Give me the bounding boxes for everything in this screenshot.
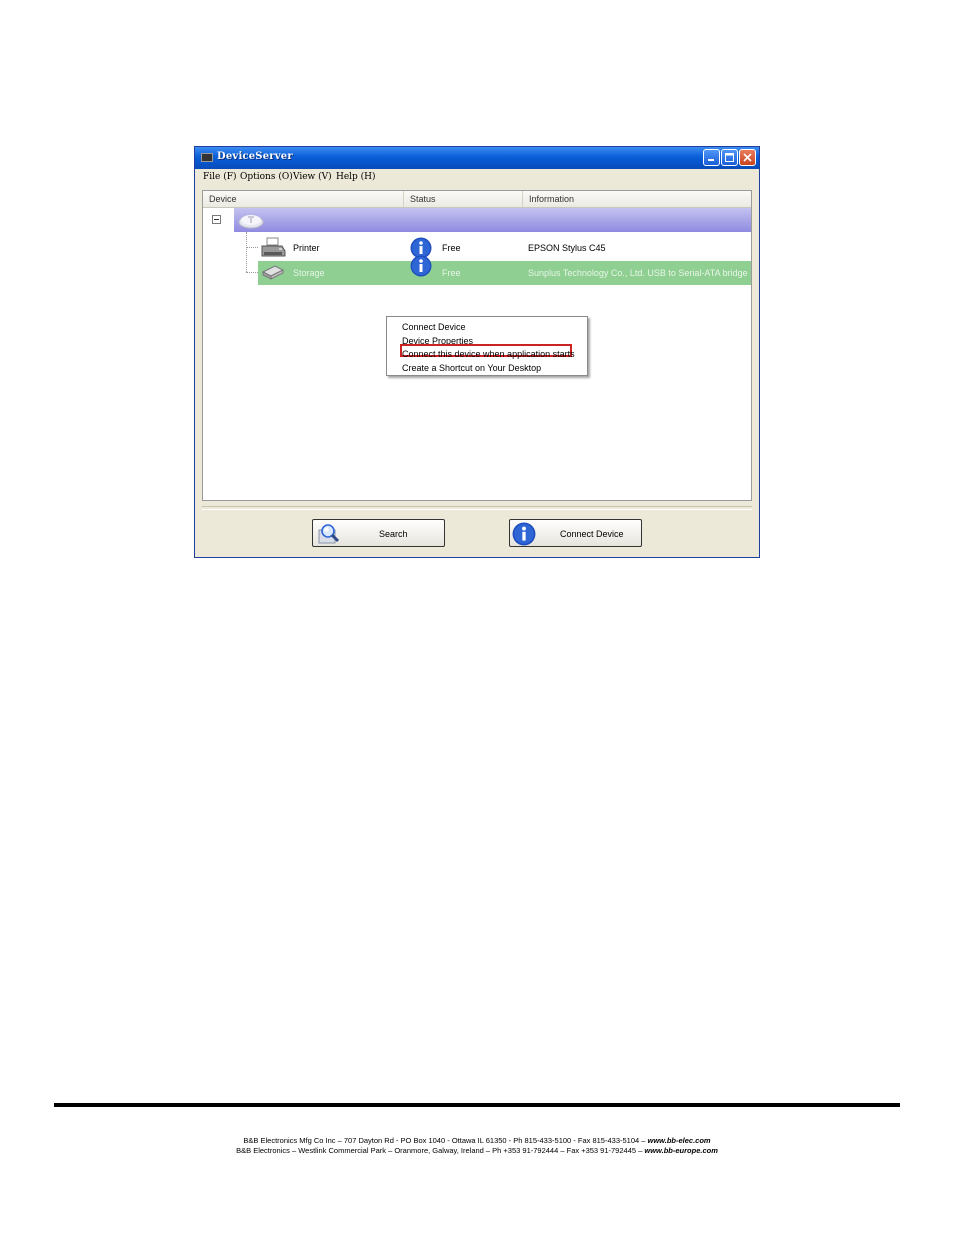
menu-view[interactable]: View (V) <box>293 172 332 182</box>
search-button[interactable]: Search <box>312 519 445 547</box>
window-title: DeviceServer <box>217 151 293 162</box>
divider <box>202 506 752 510</box>
device-list[interactable]: Device Status Information Printer Free E… <box>202 190 752 501</box>
context-item-auto-connect[interactable]: Connect this device when application sta… <box>402 349 575 359</box>
info-icon <box>512 522 536 546</box>
device-name: Storage <box>293 268 325 278</box>
tree-line <box>246 247 258 248</box>
footer-link-eu[interactable]: www.bb-europe.com <box>644 1146 717 1155</box>
collapse-toggle[interactable] <box>212 215 221 224</box>
context-item-connect-device[interactable]: Connect Device <box>402 322 466 332</box>
device-server-window: DeviceServer File (F) Options (O) View (… <box>194 146 760 558</box>
device-status: Free <box>442 268 461 278</box>
connect-device-button-label: Connect Device <box>560 529 624 539</box>
context-menu: Connect Device Device Properties Connect… <box>386 316 588 376</box>
menu-options[interactable]: Options (O) <box>240 172 293 182</box>
device-status: Free <box>442 243 461 253</box>
minimize-icon <box>708 159 714 161</box>
close-button[interactable] <box>739 149 756 166</box>
tree-line <box>246 272 258 273</box>
server-group-row[interactable] <box>234 208 751 232</box>
footer-address-us: B&B Electronics Mfg Co Inc – 707 Dayton … <box>243 1136 648 1145</box>
column-device[interactable]: Device <box>203 191 404 207</box>
device-name: Printer <box>293 243 320 253</box>
search-button-label: Search <box>379 529 408 539</box>
footer-line-us: B&B Electronics Mfg Co Inc – 707 Dayton … <box>0 1136 954 1145</box>
device-information: EPSON Stylus C45 <box>528 243 606 253</box>
network-server-icon <box>238 215 264 229</box>
footer-line-eu: B&B Electronics – Westlink Commercial Pa… <box>0 1146 954 1155</box>
storage-icon <box>261 265 285 280</box>
column-header: Device Status Information <box>203 191 751 208</box>
minimize-button[interactable] <box>703 149 720 166</box>
info-icon <box>410 255 432 277</box>
search-icon <box>318 524 340 544</box>
list-item-storage[interactable]: Storage Free Sunplus Technology Co., Ltd… <box>258 255 751 285</box>
printer-icon <box>261 237 286 257</box>
column-status[interactable]: Status <box>404 191 523 207</box>
menu-file[interactable]: File (F) <box>203 172 236 182</box>
context-item-create-shortcut[interactable]: Create a Shortcut on Your Desktop <box>402 363 541 373</box>
connect-device-button[interactable]: Connect Device <box>509 519 642 547</box>
list-item-printer[interactable]: Printer Free EPSON Stylus C45 <box>258 236 751 260</box>
footer-link-us[interactable]: www.bb-elec.com <box>648 1136 711 1145</box>
device-information: Sunplus Technology Co., Ltd. USB to Seri… <box>528 268 748 278</box>
column-information[interactable]: Information <box>523 191 753 207</box>
app-icon <box>201 153 213 162</box>
maximize-button[interactable] <box>721 149 738 166</box>
maximize-icon <box>725 153 734 162</box>
close-icon <box>743 153 752 162</box>
menu-bar: File (F) Options (O) View (V) Help (H) <box>195 169 759 187</box>
menu-help[interactable]: Help (H) <box>336 172 376 182</box>
footer-rule <box>54 1103 900 1107</box>
title-bar[interactable]: DeviceServer <box>195 147 759 169</box>
footer-address-eu: B&B Electronics – Westlink Commercial Pa… <box>236 1146 645 1155</box>
tree-line <box>246 232 248 272</box>
